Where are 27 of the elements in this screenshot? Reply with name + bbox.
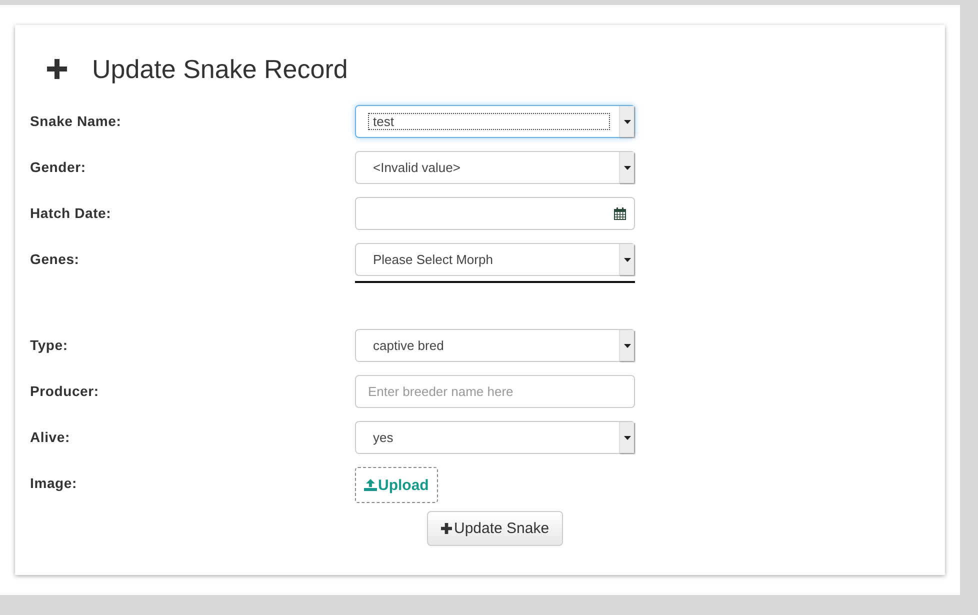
calendar-icon xyxy=(614,207,626,220)
dropdown[interactable]: Please Select Morph xyxy=(355,243,635,276)
dropdown[interactable]: captive bred xyxy=(355,329,635,362)
dropdown[interactable]: <Invalid value> xyxy=(355,151,635,184)
field-label: Image: xyxy=(30,474,78,493)
form-title: Update Snake Record xyxy=(92,54,348,84)
caret-icon xyxy=(619,330,634,361)
date-field[interactable] xyxy=(355,197,635,230)
field-label: Snake Name: xyxy=(30,112,122,131)
field-label: Alive: xyxy=(30,428,71,447)
caret-icon xyxy=(619,106,634,137)
update-snake-button[interactable]: Update Snake xyxy=(427,511,564,546)
plus-icon xyxy=(47,59,67,79)
producer-field[interactable]: Enter breeder name here xyxy=(355,375,635,408)
upload-icon xyxy=(364,479,377,491)
dropdown[interactable]: test xyxy=(355,105,635,138)
plus-icon xyxy=(441,523,452,534)
field-label: Producer: xyxy=(30,382,100,401)
field-label: Type: xyxy=(30,336,69,355)
field-label: Genes: xyxy=(30,250,80,269)
field-label: Hatch Date: xyxy=(30,204,112,223)
upload-button[interactable]: Upload xyxy=(355,467,438,503)
caret-icon xyxy=(619,152,634,183)
dropdown[interactable]: yes xyxy=(355,421,635,454)
caret-icon xyxy=(619,244,634,275)
caret-icon xyxy=(619,422,634,453)
field-label: Gender: xyxy=(30,158,87,177)
